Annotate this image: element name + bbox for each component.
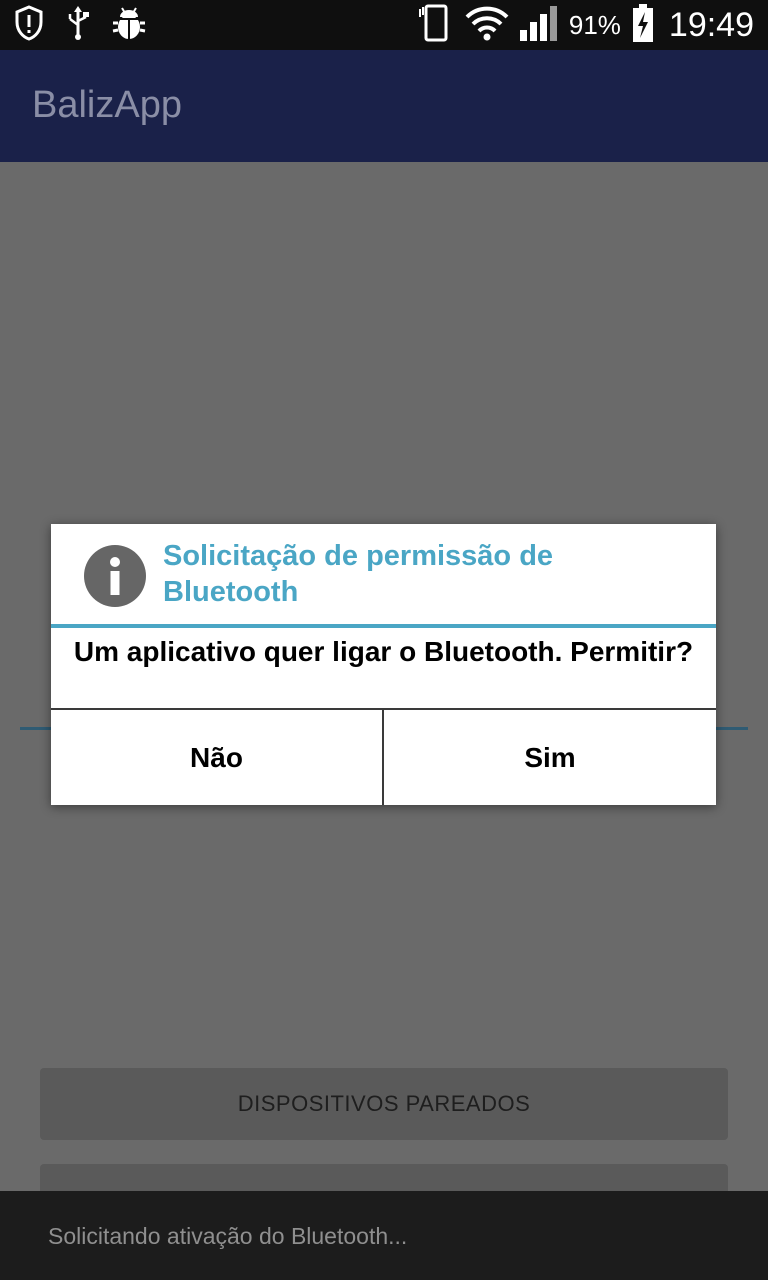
paired-devices-button[interactable]: DISPOSITIVOS PAREADOS: [40, 1068, 728, 1140]
toast-text: Solicitando ativação do Bluetooth...: [48, 1223, 408, 1249]
battery-percent: 91%: [568, 9, 621, 40]
vibrate-icon: [417, 3, 455, 48]
status-bar: 91% 19:49: [0, 0, 768, 50]
bluetooth-permission-dialog: Solicitação de permissão de Bluetooth Um…: [51, 524, 716, 805]
signal-icon: [519, 4, 559, 47]
android-debug-icon: [112, 5, 146, 46]
wifi-icon: [465, 5, 509, 46]
status-time: 19:49: [668, 5, 754, 44]
shield-alert-icon: [14, 4, 44, 46]
dialog-message: Um aplicativo quer ligar o Bluetooth. Pe…: [73, 636, 694, 667]
app-title: BalizApp: [32, 84, 182, 126]
dialog-header: Solicitação de permissão de Bluetooth: [51, 524, 716, 625]
info-icon: [84, 545, 146, 607]
dialog-divider: [51, 624, 716, 628]
allow-button[interactable]: Sim: [384, 710, 716, 805]
deny-button[interactable]: Não: [51, 710, 382, 805]
usb-icon: [66, 5, 90, 46]
app-bar: BalizApp: [0, 50, 768, 162]
battery-charging-icon: [631, 3, 655, 48]
toast: Solicitando ativação do Bluetooth...: [0, 1191, 768, 1280]
dialog-title: Solicitação de permissão de Bluetooth: [163, 540, 554, 608]
